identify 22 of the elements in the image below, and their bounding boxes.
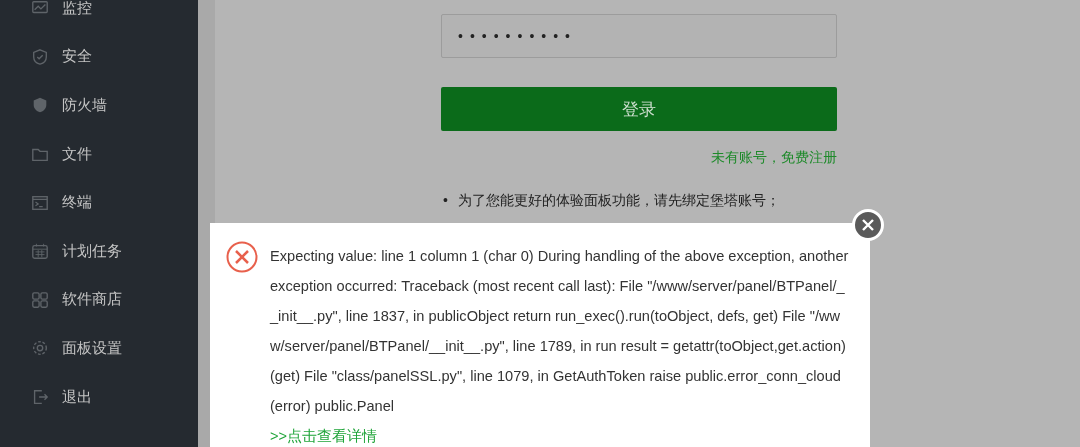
note-text: 为了您能更好的体验面板功能，请先绑定堡塔账号； [457, 191, 780, 210]
wall-icon [31, 96, 49, 115]
calendar-icon [31, 242, 49, 261]
terminal-icon [31, 193, 49, 212]
error-icon [226, 241, 258, 273]
shield-icon [31, 47, 49, 66]
sidebar-item[interactable]: 终端 [0, 178, 198, 227]
error-message: Expecting value: line 1 column 1 (char 0) During handling of the above exception, another exception occurred: Traceback (most recent call last): File "/www/server/panel/BTPanel/__init__.py", line 1837, in publicObject return run_exec().run(toObject, defs, get) File "/www/server/panel/BTPanel/__init__.py", line 1789, in run result = getattr(toObject,get.action)(get) File "class/panelSSL.py", line 1079, in GetAuthToken raise public.error_conn_cloud(error) public.Panel [270, 247, 850, 416]
sidebar-item[interactable]: 安全 [0, 32, 198, 82]
sidebar-item[interactable]: 计划任务 [0, 226, 198, 276]
exit-icon [31, 388, 49, 407]
gear-icon [31, 339, 49, 358]
sidebar-item[interactable]: 退出 [0, 372, 198, 422]
sidebar-item[interactable]: 面板设置 [0, 324, 198, 373]
grid-icon [31, 290, 49, 309]
password-field[interactable]: •••••••••• [441, 14, 837, 58]
sidebar-item[interactable]: 文件 [0, 129, 198, 179]
sidebar-item[interactable]: 防火墙 [0, 81, 198, 130]
login-button[interactable]: 登录 [441, 87, 837, 131]
sidebar-item[interactable]: 软件商店 [0, 275, 198, 325]
sidebar-item[interactable]: 监控 [0, 0, 198, 33]
bullet: • [443, 191, 448, 210]
